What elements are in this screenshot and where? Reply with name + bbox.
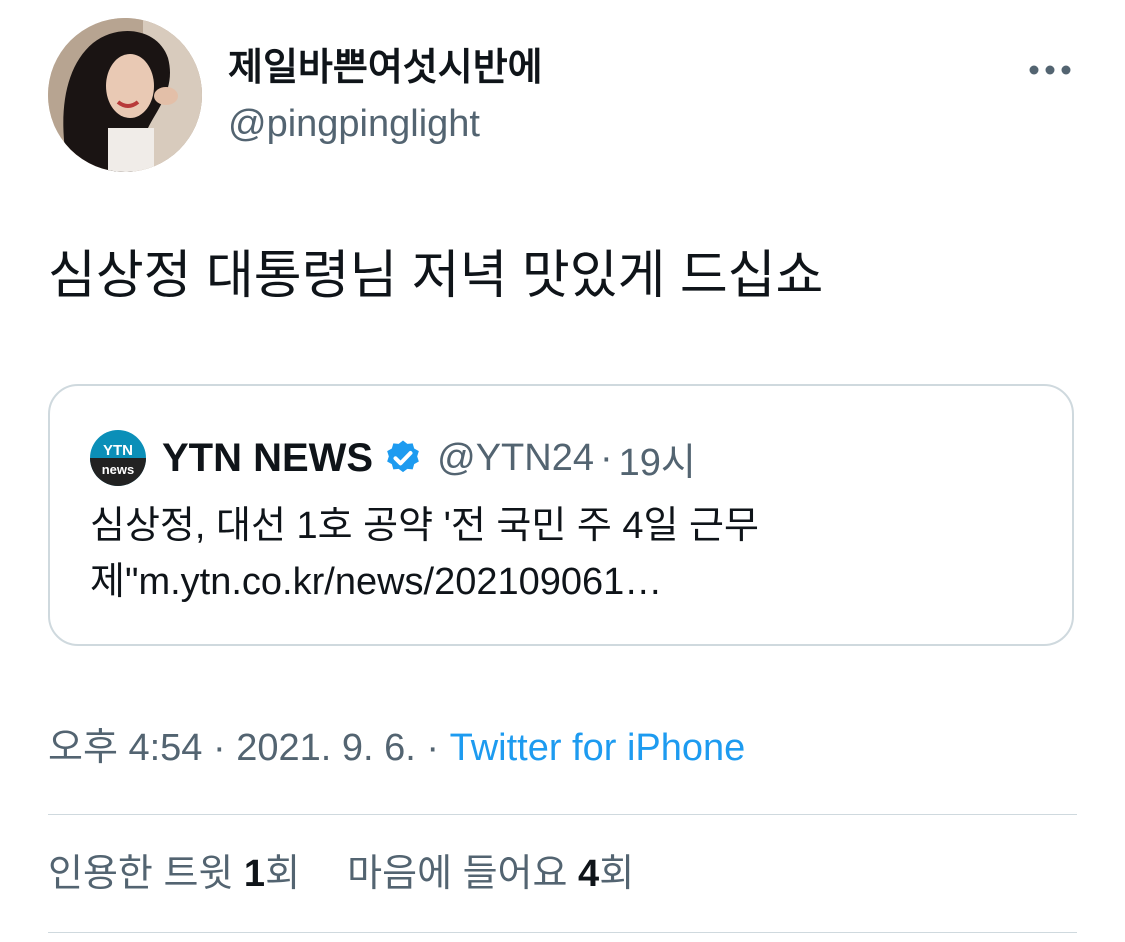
verified-badge-icon	[387, 440, 419, 473]
quoted-separator: ·	[599, 436, 613, 479]
likes-stat[interactable]: 마음에 들어요 4회	[347, 853, 634, 895]
quoted-tweet-text: 심상정, 대선 1호 공약 '전 국민 주 4일 근무 제"m.ytn.co.k…	[90, 498, 1030, 610]
quoted-timestamp[interactable]: 19시	[619, 431, 696, 486]
quote-tweets-unit: 회	[265, 853, 301, 895]
quote-tweets-label: 인용한 트윗	[48, 853, 244, 895]
ytn-logo-top-text: YTN	[103, 442, 133, 459]
likes-label: 마음에 들어요	[347, 853, 579, 895]
ytn-logo: YTN news	[90, 430, 146, 486]
likes-unit: 회	[599, 853, 635, 895]
author-display-name[interactable]: 제일바쁜여섯시반에	[228, 44, 543, 92]
quoted-text-line-2: 제"m.ytn.co.kr/news/202109061…	[90, 561, 663, 603]
tweet-source-link[interactable]: Twitter for iPhone	[450, 727, 746, 769]
quote-tweets-stat[interactable]: 인용한 트윗 1회	[48, 853, 300, 895]
quote-tweets-count: 1	[243, 853, 266, 895]
avatar[interactable]	[48, 18, 202, 172]
likes-count: 4	[578, 853, 600, 895]
quoted-author-name[interactable]: YTN NEWS	[162, 436, 373, 481]
tweet-meta: 오후 4:54 · 2021. 9. 6. · Twitter for iPho…	[48, 720, 745, 776]
tweet-time[interactable]: 오후 4:54	[48, 727, 202, 769]
tweet-stats: 인용한 트윗 1회 마음에 들어요 4회	[48, 846, 634, 902]
quoted-author-handle[interactable]: @YTN24	[437, 437, 594, 480]
divider	[48, 814, 1077, 815]
tweet-date[interactable]: 2021. 9. 6.	[236, 727, 416, 769]
more-horizontal-icon	[1029, 65, 1071, 75]
ytn-logo-bottom-text: news	[102, 462, 135, 477]
meta-separator: ·	[415, 727, 450, 769]
avatar-image	[48, 18, 202, 172]
quoted-tweet-card[interactable]: YTN news YTN NEWS @YTN24 · 19시 심상정, 대선 1…	[48, 384, 1074, 646]
meta-separator: ·	[202, 727, 237, 769]
author-handle[interactable]: @pingpinglight	[228, 100, 480, 148]
tweet-text: 심상정 대통령님 저녁 맛있게 드십쇼	[48, 247, 824, 305]
quoted-tweet-header: YTN NEWS @YTN24 · 19시	[162, 430, 696, 486]
quoted-text-line-1: 심상정, 대선 1호 공약 '전 국민 주 4일 근무	[90, 505, 759, 547]
divider	[48, 932, 1077, 933]
more-options-button[interactable]	[1024, 56, 1076, 84]
